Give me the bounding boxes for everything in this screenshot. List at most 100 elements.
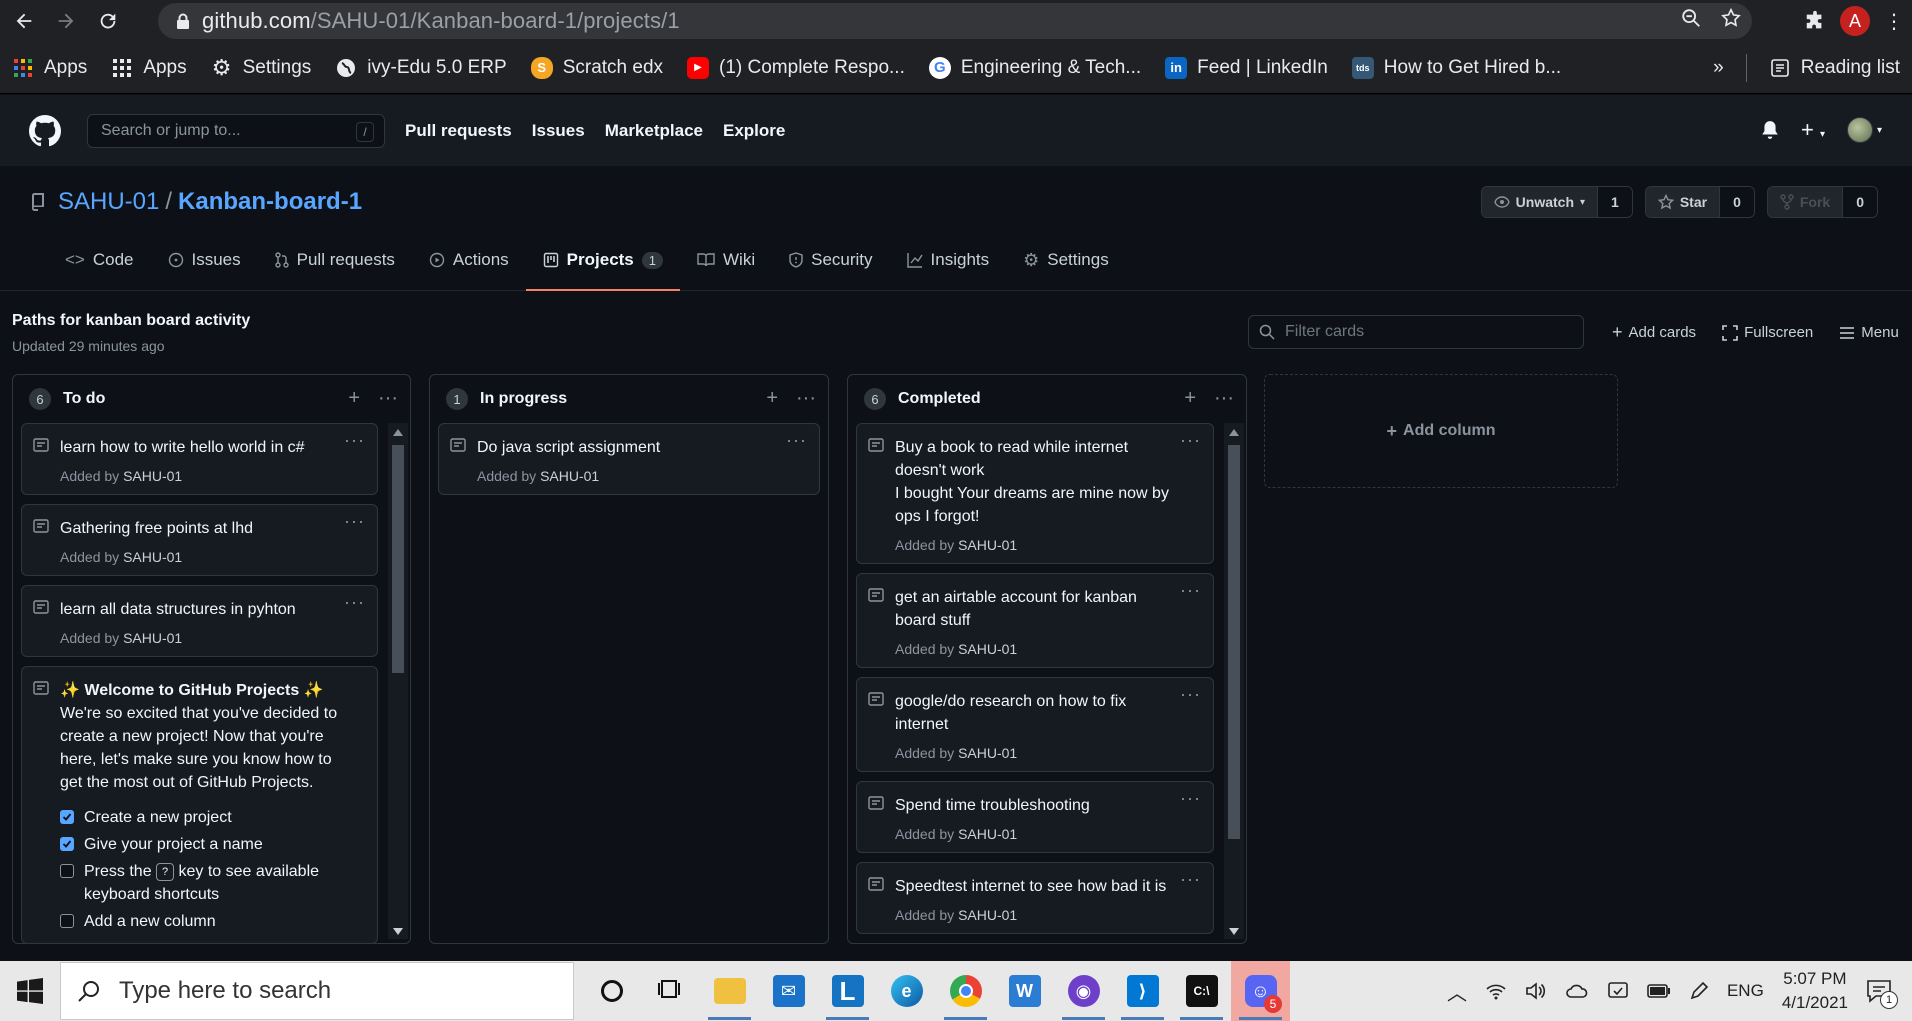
onedrive-cloud-icon[interactable] [1565,982,1589,1000]
checklist-item[interactable]: Create a new project [60,806,365,829]
project-card[interactable]: Buy a book to read while internet doesn'… [856,423,1214,564]
bookmark-linkedin[interactable]: in Feed | LinkedIn [1153,48,1340,88]
bookmark-star-icon[interactable] [1720,7,1742,29]
scroll-thumb[interactable] [392,445,404,673]
address-bar[interactable]: github.com/SAHU-01/Kanban-board-1/projec… [158,3,1752,39]
card-more-icon[interactable]: ··· [786,430,807,451]
github-octocat-icon[interactable] [29,114,61,147]
nav-issues[interactable]: Issues [532,121,585,141]
nav-marketplace[interactable]: Marketplace [605,121,703,141]
project-card[interactable]: Speedtest internet to see how bad it is … [856,862,1214,934]
bookmark-youtube[interactable]: ▶ (1) Complete Respo... [675,48,917,88]
wifi-icon[interactable] [1485,981,1507,1001]
project-card[interactable]: Do java script assignment Added by SAHU-… [438,423,820,495]
tab-projects[interactable]: Projects 1 [525,230,681,291]
card-author[interactable]: SAHU-01 [123,630,182,646]
tab-insights[interactable]: Insights [890,230,1007,290]
card-more-icon[interactable]: ··· [1180,430,1201,451]
zoom-icon[interactable] [1680,7,1702,29]
card-more-icon[interactable]: ··· [344,592,365,613]
unwatch-button[interactable]: Unwatch ▾ [1481,187,1598,217]
plus-dropdown-icon[interactable]: + ▾ [1801,117,1825,143]
project-card[interactable]: get an airtable account for kanban board… [856,573,1214,668]
fullscreen-button[interactable]: Fullscreen [1722,322,1813,343]
user-menu[interactable]: ▾ [1846,117,1882,143]
add-column-button[interactable]: + Add column [1264,374,1618,488]
card-more-icon[interactable]: ··· [1180,869,1201,890]
project-card[interactable]: google/do research on how to fix interne… [856,677,1214,772]
repo-owner-link[interactable]: SAHU-01 [58,188,159,216]
screen-capture-icon[interactable] [1607,981,1629,1001]
card-author[interactable]: SAHU-01 [123,468,182,484]
project-card[interactable]: Gathering free points at lhd Added by SA… [21,504,378,576]
card-author[interactable]: SAHU-01 [123,549,182,565]
mail-app[interactable]: ✉ [759,961,818,1021]
nav-explore[interactable]: Explore [723,121,785,141]
reload-button[interactable] [90,3,126,39]
bookmark-apps-1[interactable]: Apps [0,48,99,88]
tab-settings[interactable]: ⚙ Settings [1006,230,1126,290]
checkbox-empty-icon[interactable] [60,914,74,928]
card-more-icon[interactable]: ··· [1180,684,1201,705]
stars-count[interactable]: 0 [1719,187,1754,217]
tab-issues[interactable]: Issues [151,230,258,290]
terminal-app[interactable]: C:\ [1172,961,1231,1021]
card-author[interactable]: SAHU-01 [958,641,1017,657]
cortana-button[interactable] [582,961,641,1021]
nav-pull-requests[interactable]: Pull requests [405,121,512,141]
bookmark-apps-2[interactable]: Apps [99,48,198,88]
more-menu-icon[interactable]: ⋮ [1884,9,1904,34]
tab-pull-requests[interactable]: Pull requests [258,230,412,290]
volume-icon[interactable] [1525,981,1547,1001]
reading-list-button[interactable]: Reading list [1757,48,1912,88]
bell-icon[interactable] [1761,120,1779,140]
tab-security[interactable]: Security [772,230,889,290]
vscode-app[interactable]: ⟩ [1113,961,1172,1021]
scroll-thumb[interactable] [1228,445,1240,839]
column-more-icon[interactable]: ··· [1214,387,1234,410]
puzzle-extensions-icon[interactable] [1804,10,1826,32]
checklist-item[interactable]: Give your project a name [60,833,365,856]
scroll-down-arrow[interactable] [393,928,403,935]
battery-icon[interactable] [1647,984,1671,998]
card-author[interactable]: SAHU-01 [540,468,599,484]
add-card-plus-icon[interactable]: + [348,387,360,410]
project-card[interactable]: learn all data structures in pyhton Adde… [21,585,378,657]
clock[interactable]: 5:07 PM 4/1/2021 [1782,967,1848,1015]
forks-count[interactable]: 0 [1842,187,1877,217]
discord-app[interactable]: ☺ 5 [1231,961,1290,1021]
l-app[interactable]: L [818,961,877,1021]
project-card[interactable]: Spend time troubleshooting Added by SAHU… [856,781,1214,853]
tab-wiki[interactable]: Wiki [680,230,772,290]
card-author[interactable]: SAHU-01 [958,826,1017,842]
menu-button[interactable]: Menu [1839,322,1899,343]
scroll-up-arrow[interactable] [393,429,403,436]
card-more-icon[interactable]: ··· [344,511,365,532]
checkbox-checked-icon[interactable] [60,810,74,824]
add-cards-button[interactable]: + Add cards [1612,322,1696,343]
checkbox-empty-icon[interactable] [60,864,74,878]
task-view-button[interactable] [641,961,700,1021]
github-search-input[interactable]: Search or jump to... / [87,113,385,148]
github-desktop-app[interactable]: ◉ [1054,961,1113,1021]
chevron-up-icon[interactable]: ︿ [1447,977,1467,1006]
welcome-card[interactable]: ✨ Welcome to GitHub Projects ✨ We're so … [21,666,378,943]
tab-actions[interactable]: Actions [412,230,526,290]
file-explorer-app[interactable] [700,961,759,1021]
tab-code[interactable]: <> Code [48,230,151,290]
bookmark-settings[interactable]: ⚙ Settings [199,48,324,88]
checklist-item[interactable]: Press the ? key to see available keyboar… [60,860,365,906]
checklist-item[interactable]: Add a new column [60,910,365,933]
scroll-down-arrow[interactable] [1229,928,1239,935]
notification-center-icon[interactable]: 1 [1866,979,1898,1009]
chrome-app[interactable] [936,961,995,1021]
filter-cards-input[interactable]: Filter cards [1248,315,1584,349]
writer-app[interactable]: W [995,961,1054,1021]
pen-icon[interactable] [1689,981,1709,1001]
card-more-icon[interactable]: ··· [1180,788,1201,809]
card-author[interactable]: SAHU-01 [958,745,1017,761]
card-author[interactable]: SAHU-01 [958,537,1017,553]
windows-start-button[interactable] [0,961,60,1021]
checkbox-checked-icon[interactable] [60,837,74,851]
bookmark-scratch-edx[interactable]: S Scratch edx [519,48,675,88]
